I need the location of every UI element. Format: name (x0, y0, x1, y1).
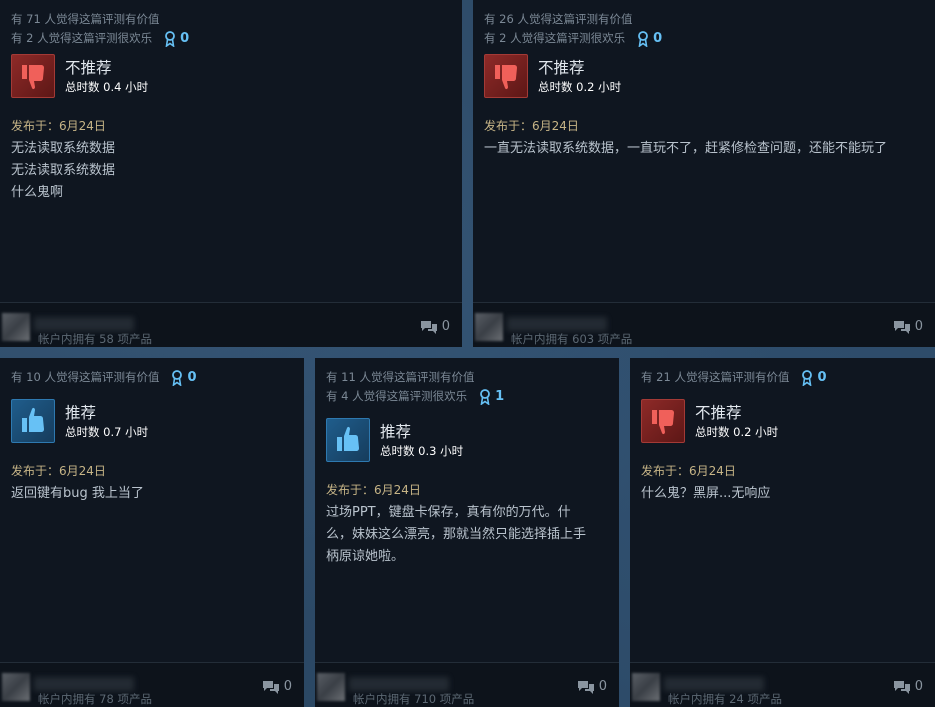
award-count[interactable]: 1 (479, 387, 504, 406)
comments-link[interactable]: 0 (262, 679, 292, 694)
review-line: 么，妹妹这么漂亮，那就当然只能选择插上手 (326, 527, 587, 542)
review-content: 无法读取系统数据 无法读取系统数据 什么鬼啊 (11, 138, 451, 204)
award-ribbon-icon (172, 369, 183, 386)
review-content: 返回键有bug 我上当了 (11, 483, 293, 505)
review-line: 一直无法读取系统数据，一直玩不了，赶紧修检查问题，还能不能玩了 (484, 141, 888, 156)
review-content: 什么鬼？黑屏...无响应 (641, 483, 924, 505)
comments-link[interactable]: 0 (893, 679, 923, 694)
author-name[interactable] (507, 317, 607, 331)
posted-date: 发布于：6月24日 (11, 464, 106, 478)
avatar[interactable] (2, 673, 30, 701)
thumbs-down-icon (484, 54, 528, 98)
thumbs-up-icon (326, 418, 370, 462)
author-name[interactable] (34, 677, 134, 691)
award-count[interactable]: 0 (801, 368, 827, 387)
comment-icon (893, 320, 910, 334)
review-card[interactable]: 有 71 人觉得这篇评测有价值 有 2 人觉得这篇评测很欢乐 0 不推荐 总时数… (0, 0, 462, 347)
avatar[interactable] (2, 313, 30, 341)
review-line: 柄原谅她啦。 (326, 549, 405, 564)
review-card[interactable]: 有 11 人觉得这篇评测有价值 有 4 人觉得这篇评测很欢乐 1 推荐 总时数 … (315, 358, 619, 707)
award-ribbon-icon (802, 369, 813, 386)
comments-link[interactable]: 0 (893, 319, 923, 334)
review-footer: 帐户内拥有 603 项产品 0 (473, 302, 935, 347)
review-line: 无法读取系统数据 (11, 141, 116, 156)
playtime-hours: 总时数 0.7 小时 (65, 424, 149, 439)
comments-link[interactable]: 0 (420, 319, 450, 334)
review-line: 返回键有bug 我上当了 (11, 486, 144, 501)
comment-icon (262, 680, 279, 694)
award-count[interactable]: 0 (164, 29, 189, 48)
award-ribbon-icon (165, 30, 176, 47)
author-name[interactable] (34, 317, 134, 331)
posted-date: 发布于：6月24日 (641, 464, 736, 478)
comment-icon (893, 680, 910, 694)
helpful-count: 有 21 人觉得这篇评测有价值 (641, 370, 790, 384)
award-ribbon-icon (638, 30, 649, 47)
review-footer: 帐户内拥有 24 项产品 0 (630, 662, 935, 707)
author-name[interactable] (664, 677, 764, 691)
review-content: 一直无法读取系统数据，一直玩不了，赶紧修检查问题，还能不能玩了 (484, 138, 924, 160)
recommendation-title: 不推荐 (65, 58, 112, 77)
thumbs-down-icon (641, 399, 685, 443)
review-footer: 帐户内拥有 58 项产品 0 (0, 302, 462, 347)
helpful-count: 有 10 人觉得这篇评测有价值 (11, 370, 160, 384)
review-line: 什么鬼？黑屏...无响应 (641, 486, 771, 501)
products-owned: 帐户内拥有 78 项产品 (38, 692, 152, 706)
review-card[interactable]: 有 10 人觉得这篇评测有价值 0 推荐 总时数 0.7 小时 发布于：6月24… (0, 358, 304, 707)
recommendation-title: 不推荐 (695, 403, 742, 422)
products-owned: 帐户内拥有 24 项产品 (668, 692, 782, 706)
award-count[interactable]: 0 (637, 29, 662, 48)
author-name[interactable] (349, 677, 449, 691)
award-count[interactable]: 0 (171, 368, 197, 387)
posted-date: 发布于：6月24日 (11, 119, 106, 133)
playtime-hours: 总时数 0.2 小时 (538, 79, 622, 94)
funny-count: 有 4 人觉得这篇评测很欢乐 (326, 389, 468, 403)
review-line: 无法读取系统数据 (11, 163, 116, 178)
recommendation-title: 不推荐 (538, 58, 585, 77)
avatar[interactable] (317, 673, 345, 701)
award-ribbon-icon (480, 388, 491, 405)
funny-count: 有 2 人觉得这篇评测很欢乐 (484, 31, 626, 45)
comment-icon (420, 320, 437, 334)
comments-link[interactable]: 0 (577, 679, 607, 694)
helpful-count: 有 71 人觉得这篇评测有价值 (11, 12, 160, 26)
thumbs-up-icon (11, 399, 55, 443)
helpful-count: 有 11 人觉得这篇评测有价值 (326, 370, 475, 384)
helpful-count: 有 26 人觉得这篇评测有价值 (484, 12, 633, 26)
thumbs-down-icon (11, 54, 55, 98)
review-content: 过场PPT，键盘卡保存，真有你的万代。什 么，妹妹这么漂亮，那就当然只能选择插上… (326, 502, 608, 568)
review-card[interactable]: 有 21 人觉得这篇评测有价值 0 不推荐 总时数 0.2 小时 发布于：6月2… (630, 358, 935, 707)
avatar[interactable] (632, 673, 660, 701)
avatar[interactable] (475, 313, 503, 341)
review-card[interactable]: 有 26 人觉得这篇评测有价值 有 2 人觉得这篇评测很欢乐 0 不推荐 总时数… (473, 0, 935, 347)
recommendation-title: 推荐 (65, 403, 97, 422)
products-owned: 帐户内拥有 710 项产品 (353, 692, 475, 706)
products-owned: 帐户内拥有 58 项产品 (38, 332, 152, 346)
review-footer: 帐户内拥有 710 项产品 0 (315, 662, 619, 707)
review-line: 什么鬼啊 (11, 185, 64, 200)
posted-date: 发布于：6月24日 (326, 483, 421, 497)
posted-date: 发布于：6月24日 (484, 119, 579, 133)
review-footer: 帐户内拥有 78 项产品 0 (0, 662, 304, 707)
recommendation-title: 推荐 (380, 422, 412, 441)
funny-count: 有 2 人觉得这篇评测很欢乐 (11, 31, 153, 45)
playtime-hours: 总时数 0.4 小时 (65, 79, 149, 94)
products-owned: 帐户内拥有 603 项产品 (511, 332, 633, 346)
playtime-hours: 总时数 0.2 小时 (695, 424, 779, 439)
review-line: 过场PPT，键盘卡保存，真有你的万代。什 (326, 505, 571, 520)
comment-icon (577, 680, 594, 694)
playtime-hours: 总时数 0.3 小时 (380, 443, 464, 458)
